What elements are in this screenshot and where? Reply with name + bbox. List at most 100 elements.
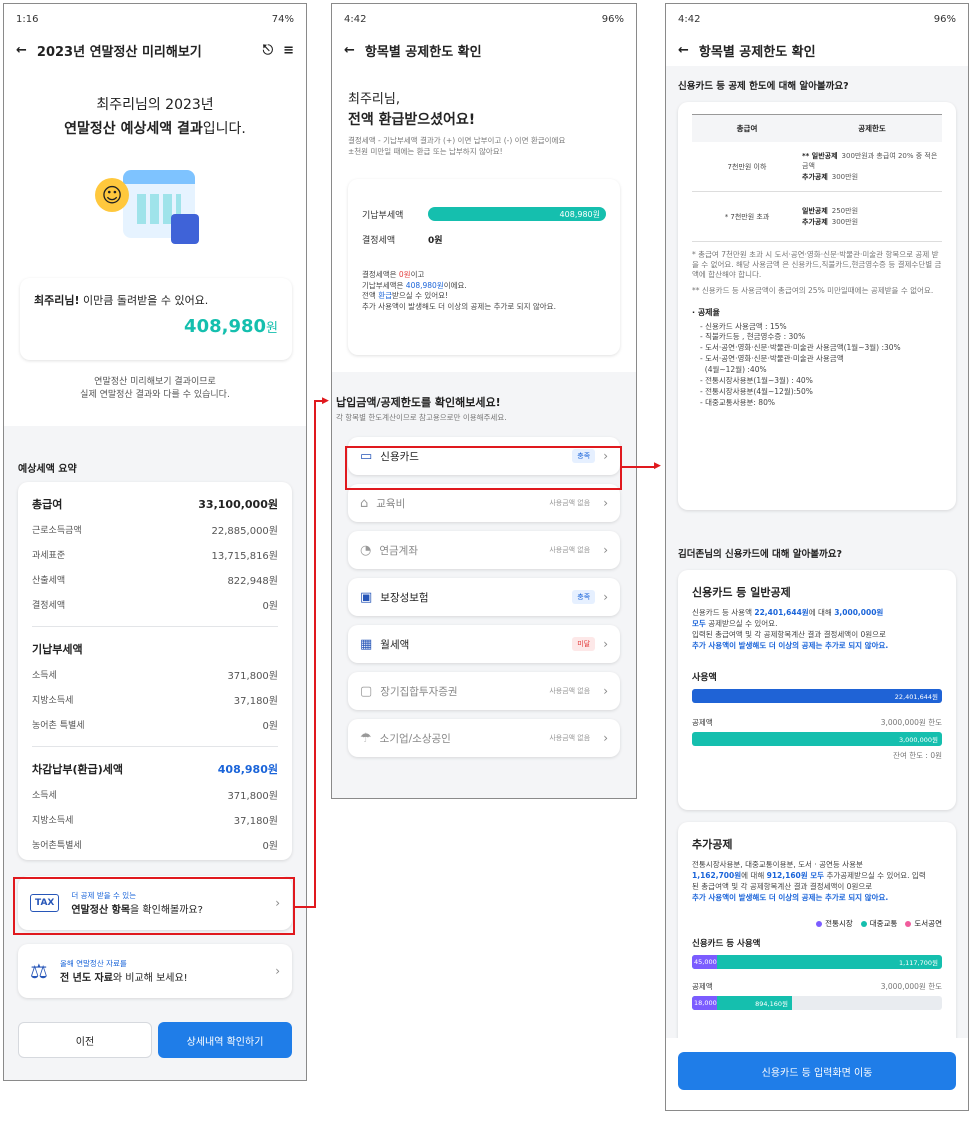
- paid-row: 기납부세액 408,980원: [362, 207, 606, 221]
- summary-row-label: 과세표준: [32, 551, 66, 561]
- ded-bar-fill: 3,000,000원: [692, 731, 942, 746]
- highlight-box: [13, 877, 295, 935]
- result-section: 최주리님, 전액 환급받으셨어요! 결정세액 - 기납부세액 결과가 (+) 이…: [332, 66, 636, 372]
- status-bar: 1:16 74%: [4, 4, 306, 34]
- summary-row-value: 22,885,000원: [211, 526, 278, 537]
- limit-question: 신용카드 등 공제 한도에 대해 알아볼까요?: [678, 81, 849, 92]
- arrow-connector: [622, 466, 656, 468]
- summary-row: 결정세액 0원: [32, 597, 278, 612]
- status-bar: 4:42 96%: [666, 4, 968, 34]
- extra-use-bar: 1,117,700원 45,000: [692, 954, 942, 969]
- menu-label: 장기집합투자증권: [380, 685, 458, 698]
- group-value: 33,100,000원: [198, 498, 278, 511]
- compare-last-year-promo[interactable]: ⚖ 올해 연말정산 자료를 전 년도 자료와 비교해 보세요! ›: [18, 944, 292, 998]
- result-card: 기납부세액 408,980원 결정세액 0원 결정세액은 0원이고 기납부세액은 …: [348, 179, 620, 355]
- legend-item: 전통시장: [816, 919, 853, 928]
- paid-bar-fill: 408,980원: [428, 207, 606, 221]
- app-bar: ← 2023년 연말정산 미리해보기 ⎋ ≡: [4, 34, 306, 66]
- menu-label: 연금계좌: [379, 544, 418, 557]
- rate-item: - 전통시장사용분(4월~12월):50%: [700, 386, 813, 396]
- limit-table-right: ** 일반공제 300만원과 총급여 20% 중 적은금액 추가공제 300만원: [802, 151, 938, 181]
- headline: 전액 환급받으셨어요!: [348, 112, 476, 128]
- rate-item: - 전통시장사용분(1월~3월) : 40%: [700, 375, 813, 385]
- savings-icon: ▢: [360, 683, 373, 699]
- desc-1: 결정세액 - 기납부세액 결과가 (+) 이면 납부이고 (-) 이면 환급이에…: [348, 136, 566, 145]
- limit-table-left: * 7천만원 초과: [724, 212, 770, 221]
- extra-deduction-card: 추가공제 전통시장사용분, 대중교통이용분, 도서 · 공연등 사용분 1,16…: [678, 822, 956, 1072]
- rate-item: - 도서·공연·영화·신문·박물관·미술관 사용금액: [700, 354, 844, 364]
- status-badge: 충족: [572, 590, 596, 604]
- rate-item: (4월~12월) :40%: [700, 365, 767, 374]
- summary-row-value: 0원: [262, 601, 278, 612]
- group-title: 기납부세액: [32, 643, 83, 656]
- graduation-cap-icon: ⌂: [360, 495, 369, 511]
- use-label: 사용액: [692, 672, 717, 683]
- phone-screen-limits: 4:42 96% ← 항목별 공제한도 확인 최주리님, 전액 환급받으셨어요!…: [331, 3, 637, 799]
- back-arrow-icon[interactable]: ←: [678, 43, 689, 58]
- share-icon[interactable]: ⎋: [263, 43, 273, 58]
- summary-row-value: 37,180원: [233, 696, 278, 707]
- summary-row-value: 0원: [262, 721, 278, 732]
- menu-item-3[interactable]: ▣ 보장성보험 충족 ›: [348, 578, 620, 616]
- go-card-input-button[interactable]: 신용카드 등 입력화면 이동: [678, 1052, 956, 1090]
- page-title: 2023년 연말정산 미리해보기: [36, 44, 202, 60]
- bottom-bar: 신용카드 등 입력화면 이동: [666, 1038, 968, 1110]
- legend-item: 도서공연: [905, 919, 942, 928]
- extra-desc: 전통시장사용분, 대중교통이용분, 도서 · 공연등 사용분 1,162,700…: [692, 860, 926, 902]
- summary-row-label: 결정세액: [32, 601, 66, 611]
- limit-table-row: * 7천만원 초과 일반공제 250만원 추가공제 300만원: [692, 192, 942, 242]
- summary-group-head: 총급여 33,100,000원: [32, 496, 278, 512]
- summary-row: 과세표준 13,715,816원: [32, 547, 278, 562]
- menu-item-4[interactable]: ▦ 월세액 미달 ›: [348, 625, 620, 663]
- summary-row-value: 13,715,816원: [211, 551, 278, 562]
- arrow-connector: [295, 906, 315, 908]
- legend: 전통시장 대중교통 도서공연: [692, 918, 942, 929]
- back-arrow-icon[interactable]: ←: [344, 43, 355, 58]
- summary-row-value: 822,948원: [227, 576, 278, 587]
- menu-item-6[interactable]: ☂ 소기업/소상공인 사용금액 없음 ›: [348, 719, 620, 757]
- limit-table-row: 7천만원 이하 ** 일반공제 300만원과 총급여 20% 중 적은금액 추가공제 3…: [692, 142, 942, 192]
- use-bar-fill: 22,401,644원: [692, 688, 942, 703]
- back-arrow-icon[interactable]: ←: [16, 43, 27, 58]
- arrow-head-icon: ▶: [322, 396, 329, 406]
- summary-row-label: 농어촌특별세: [32, 841, 82, 851]
- hero-section: 최주리님의 2023년 연말정산 예상세액 결과입니다. ☺: [4, 66, 306, 426]
- chevron-right-icon: ›: [603, 543, 608, 557]
- insurance-icon: ▣: [360, 589, 373, 605]
- status-battery: 96%: [601, 13, 624, 25]
- summary-row-label: 지방소득세: [32, 696, 74, 706]
- umbrella-icon: ☂: [360, 730, 372, 746]
- status-battery: 96%: [933, 13, 956, 25]
- decided-label: 결정세액: [362, 236, 396, 246]
- limit-info-section: 신용카드 등 공제 한도에 대해 알아볼까요? 총급여 공제한도 7천만원 이하…: [666, 66, 968, 510]
- summary-row: 농어촌 특별세 0원: [32, 717, 278, 732]
- detail-button[interactable]: 상세내역 확인하기: [158, 1022, 292, 1058]
- summary-group-head: 차감납부(환급)세액 408,980원: [32, 746, 278, 777]
- extra-use-bar-market: 45,000: [692, 954, 717, 969]
- result-info: 결정세액은 0원이고 기납부세액은 408,980원이에요. 전액 환급받으실 수 …: [362, 270, 606, 312]
- pension-icon: ◔: [360, 542, 372, 558]
- desc-2: ±천원 미만일 때에는 환급 또는 납부하지 않아요!: [348, 147, 503, 156]
- menu-item-2[interactable]: ◔ 연금계좌 사용금액 없음 ›: [348, 531, 620, 569]
- greeting: 최주리님,: [348, 92, 400, 107]
- menu-icon[interactable]: ≡: [283, 43, 294, 58]
- info-line: 추가 사용액이 발생해도 더 이상의 공제는 추가로 되지 않아요.: [362, 301, 556, 311]
- chevron-right-icon: ›: [603, 731, 608, 745]
- info-line: 기납부세액은 408,980원이에요.: [362, 280, 467, 290]
- legend-item: 대중교통: [860, 919, 897, 928]
- general-deduction-card: 신용카드 등 일반공제 신용카드 등 사용액 22,401,644원에 대해 3…: [678, 570, 956, 810]
- legend-dot-icon: [860, 920, 867, 927]
- chevron-right-icon: ›: [603, 637, 608, 651]
- menu-item-5[interactable]: ▢ 장기집합투자증권 사용금액 없음 ›: [348, 672, 620, 710]
- extra-ded-bar: 894,160원 18,000: [692, 995, 942, 1010]
- refund-card: 최주리님! 이만큼 돌려받을 수 있어요. 408,980원: [20, 278, 292, 360]
- arrow-connector: [314, 400, 316, 908]
- ded-label: 공제액: [692, 717, 713, 727]
- extra-ded-row: 공제액 3,000,000원 한도: [692, 981, 942, 992]
- summary-row-value: 371,800원: [227, 671, 278, 682]
- summary-title: 예상세액 요약: [18, 464, 77, 475]
- info-line: 결정세액은 0원이고: [362, 270, 425, 279]
- hero-line1: 최주리님의 2023년: [96, 97, 214, 113]
- prev-button[interactable]: 이전: [18, 1022, 152, 1058]
- page-title: 항목별 공제한도 확인: [364, 44, 482, 60]
